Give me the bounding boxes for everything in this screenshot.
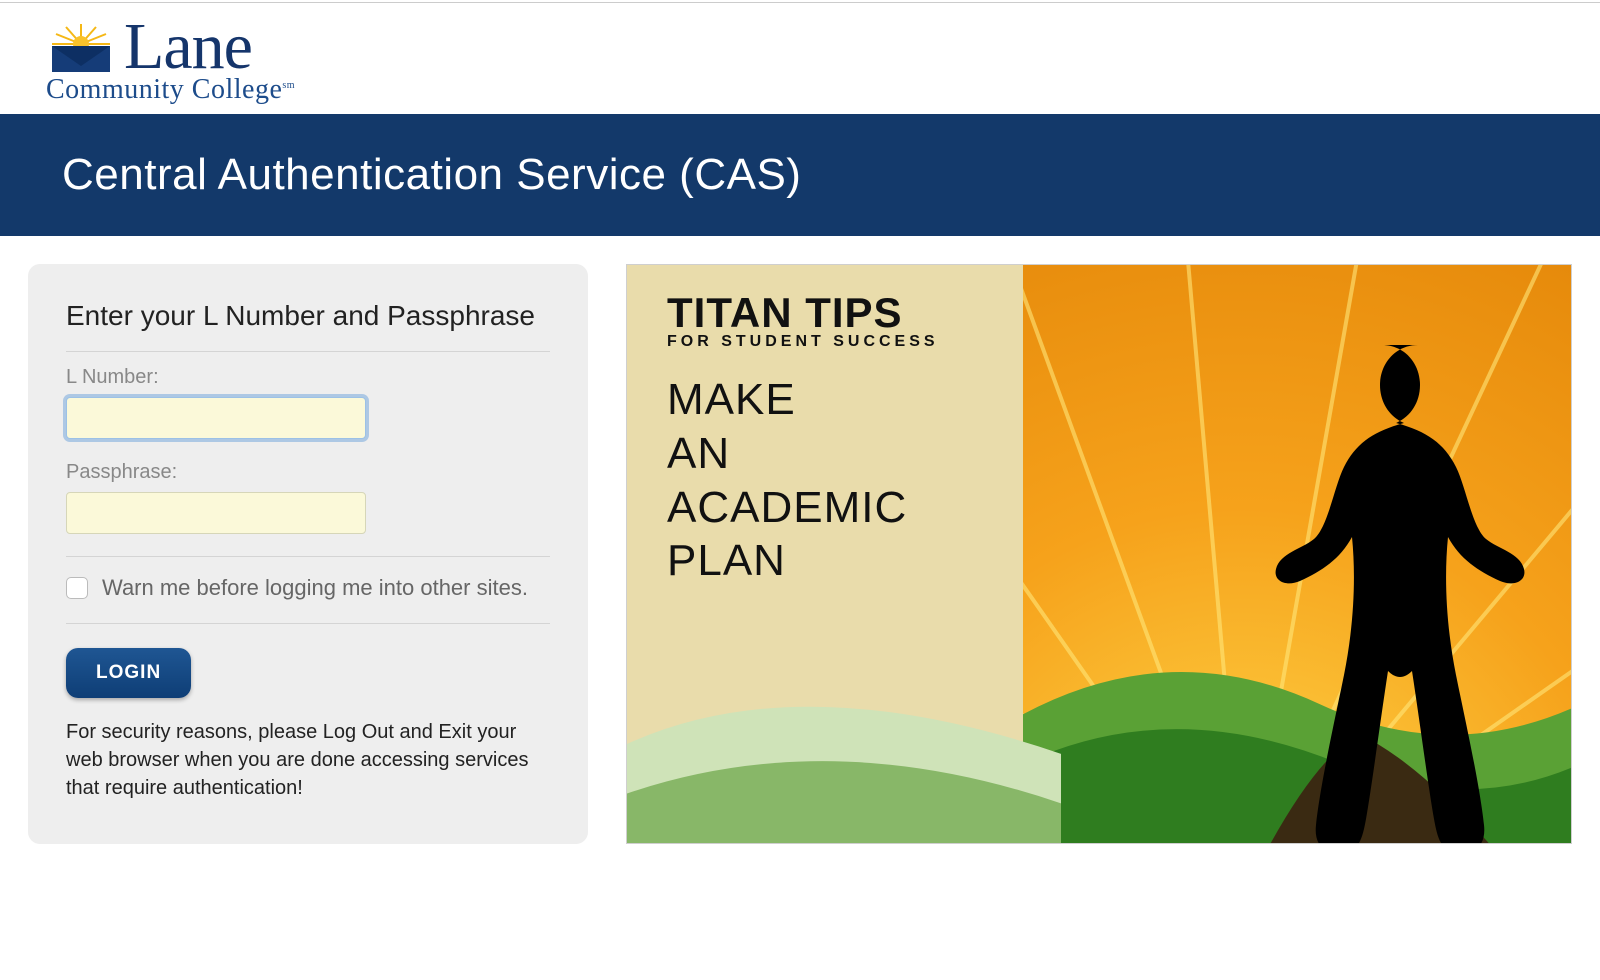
lnumber-input[interactable] xyxy=(66,397,366,439)
logo-area: Lane Community Collegesm xyxy=(0,3,1600,114)
promo-message-line: AN xyxy=(667,427,1023,481)
logo-subtitle: Community Collegesm xyxy=(46,74,295,106)
promo-title: TITAN TIPS xyxy=(667,289,1023,337)
logo-subtitle-text: Community College xyxy=(46,74,282,105)
divider xyxy=(66,351,550,352)
warn-checkbox-row: Warn me before logging me into other sit… xyxy=(66,571,550,613)
lnumber-field-block: L Number: xyxy=(66,366,550,439)
passphrase-field-block: Passphrase: xyxy=(66,461,550,534)
login-button[interactable]: LOGIN xyxy=(66,648,191,698)
hills-left-overlay-icon xyxy=(627,635,1061,843)
promo-message-line: MAKE xyxy=(667,373,1023,427)
person-silhouette-icon xyxy=(1237,335,1527,843)
promo-subtitle: FOR STUDENT SUCCESS xyxy=(667,333,1023,351)
content-area: Enter your L Number and Passphrase L Num… xyxy=(0,236,1600,844)
logo-word: Lane xyxy=(124,17,252,76)
envelope-sun-icon xyxy=(46,22,116,74)
lnumber-label: L Number: xyxy=(66,366,550,389)
college-logo: Lane Community Collegesm xyxy=(46,17,295,106)
page-banner: Central Authentication Service (CAS) xyxy=(0,114,1600,236)
login-heading: Enter your L Number and Passphrase xyxy=(66,298,550,333)
logo-sm: sm xyxy=(282,80,295,91)
divider xyxy=(66,623,550,624)
passphrase-label: Passphrase: xyxy=(66,461,550,484)
passphrase-input[interactable] xyxy=(66,492,366,534)
login-panel: Enter your L Number and Passphrase L Num… xyxy=(28,264,588,844)
promo-message-line: PLAN xyxy=(667,534,1023,588)
promo-graphic xyxy=(1023,265,1571,843)
warn-checkbox[interactable] xyxy=(66,577,88,599)
divider xyxy=(66,556,550,557)
page-title: Central Authentication Service (CAS) xyxy=(62,150,1600,200)
titan-tips-promo: TITAN TIPS FOR STUDENT SUCCESS MAKE AN A… xyxy=(626,264,1572,844)
warn-label: Warn me before logging me into other sit… xyxy=(102,575,528,601)
promo-message: MAKE AN ACADEMIC PLAN xyxy=(667,373,1023,588)
security-note: For security reasons, please Log Out and… xyxy=(66,718,550,802)
promo-message-line: ACADEMIC xyxy=(667,481,1023,535)
